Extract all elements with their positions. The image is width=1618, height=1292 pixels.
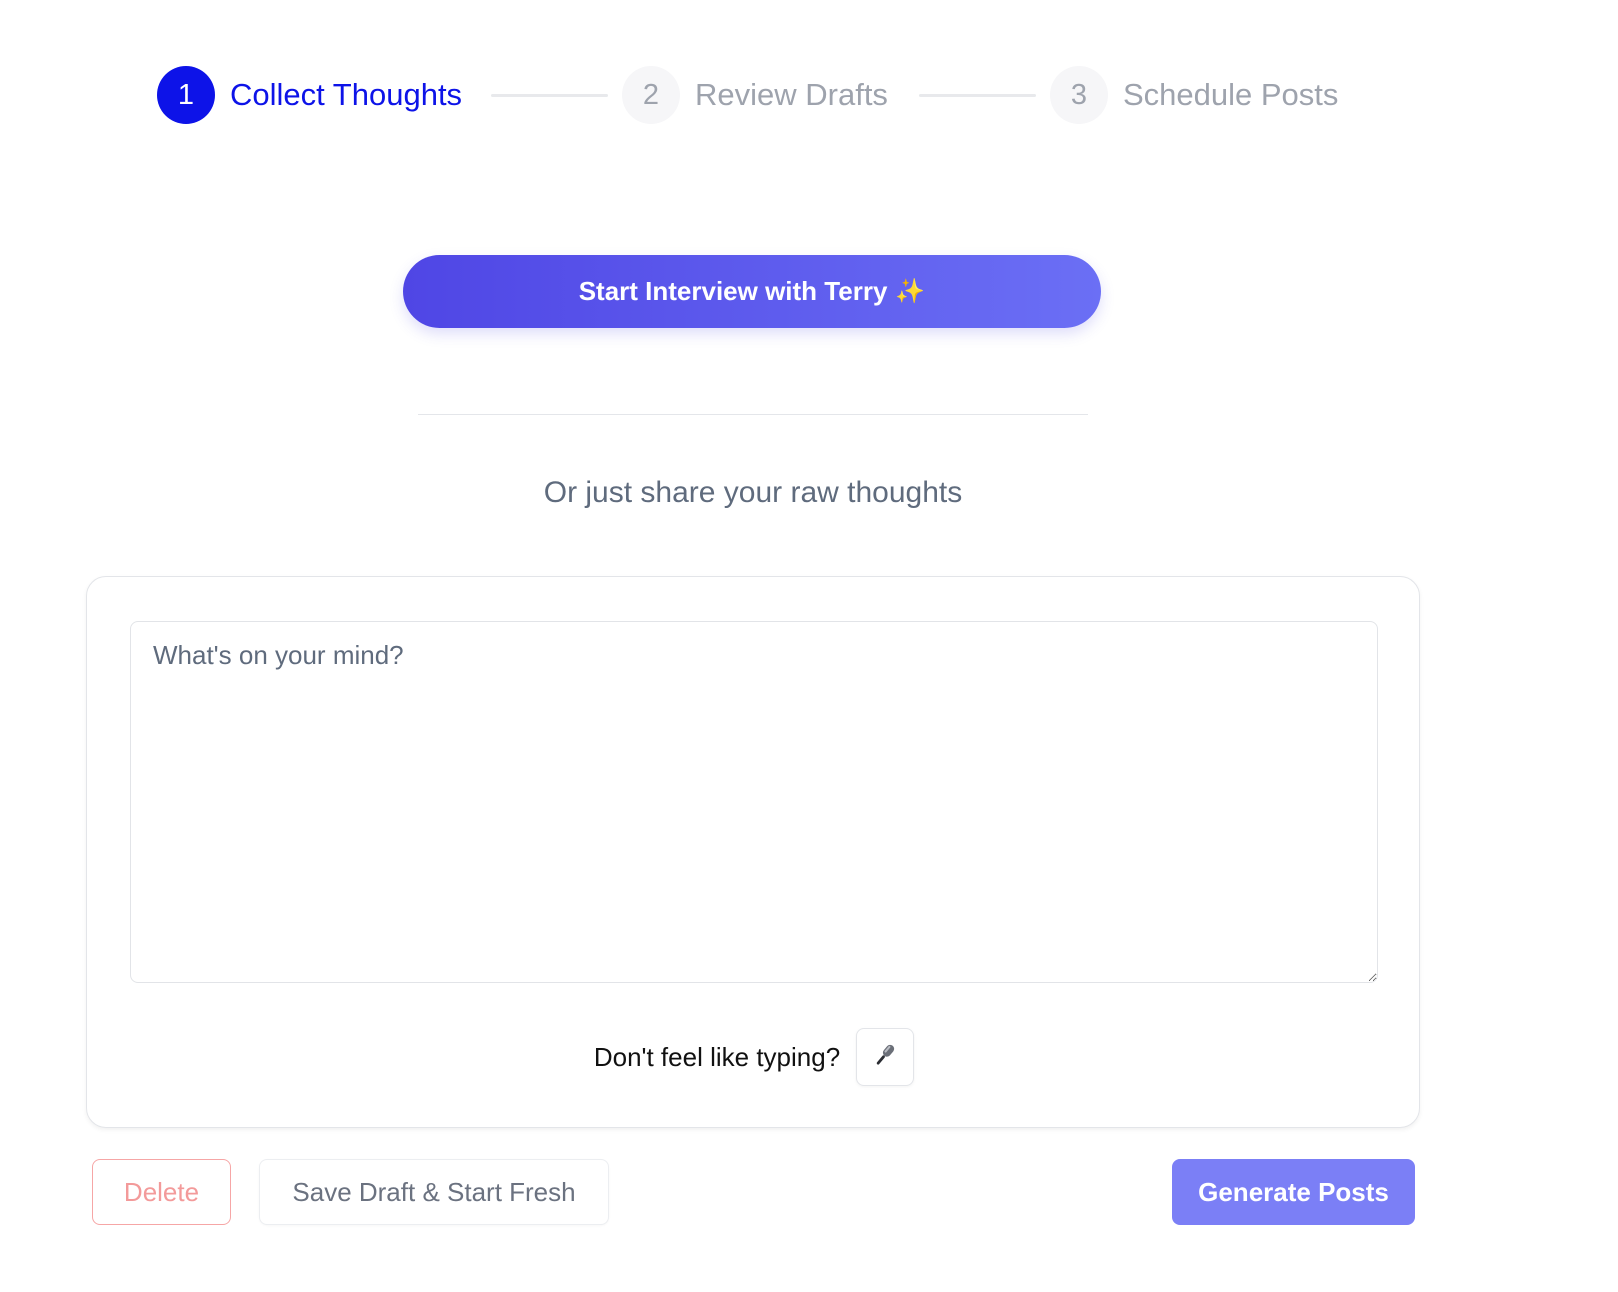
section-divider — [418, 414, 1088, 415]
step-connector — [919, 94, 1036, 97]
step-number-badge: 2 — [622, 66, 680, 124]
step-schedule-posts[interactable]: 3 Schedule Posts — [1050, 66, 1338, 124]
microphone-icon — [871, 1041, 899, 1074]
start-interview-button[interactable]: Start Interview with Terry ✨ — [403, 255, 1101, 328]
progress-stepper: 1 Collect Thoughts 2 Review Drafts 3 Sch… — [157, 66, 1357, 124]
step-connector — [491, 94, 608, 97]
thoughts-card: Don't feel like typing? — [86, 576, 1420, 1128]
step-number-badge: 1 — [157, 66, 215, 124]
step-label: Schedule Posts — [1123, 77, 1339, 112]
step-label: Review Drafts — [695, 77, 888, 112]
generate-posts-button[interactable]: Generate Posts — [1172, 1159, 1415, 1225]
step-number-badge: 3 — [1050, 66, 1108, 124]
voice-prompt-label: Don't feel like typing? — [593, 1041, 841, 1072]
step-label: Collect Thoughts — [230, 77, 463, 112]
step-review-drafts[interactable]: 2 Review Drafts — [622, 66, 888, 124]
step-collect-thoughts[interactable]: 1 Collect Thoughts — [157, 66, 462, 124]
save-draft-button[interactable]: Save Draft & Start Fresh — [259, 1159, 609, 1225]
start-interview-label: Start Interview with Terry — [578, 276, 888, 306]
delete-button[interactable]: Delete — [92, 1159, 231, 1225]
sparkles-icon: ✨ — [895, 278, 926, 305]
thoughts-textarea[interactable] — [130, 621, 1378, 983]
microphone-button[interactable] — [856, 1028, 915, 1086]
voice-input-row: Don't feel like typing? — [87, 1028, 1421, 1086]
page: 1 Collect Thoughts 2 Review Drafts 3 Sch… — [0, 0, 1618, 1292]
raw-thoughts-heading: Or just share your raw thoughts — [543, 476, 963, 509]
